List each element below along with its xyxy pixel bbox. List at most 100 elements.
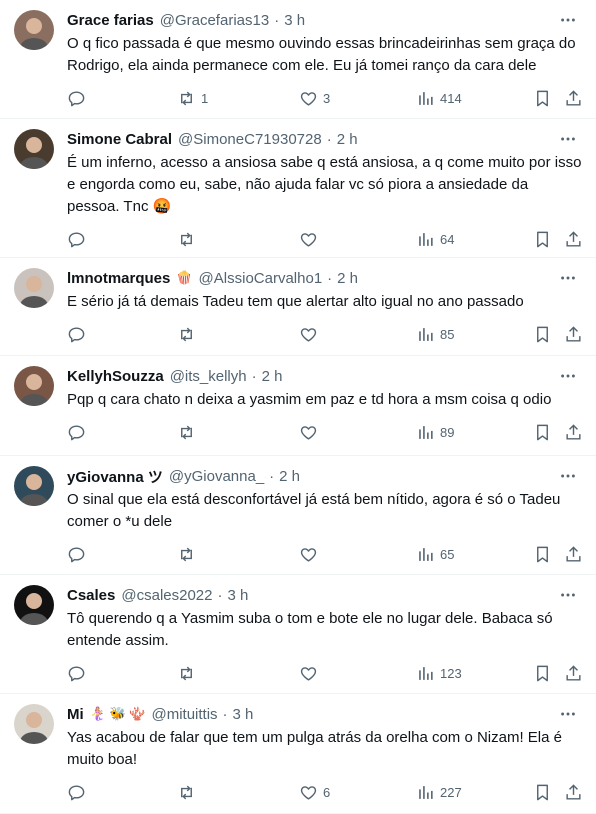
share-button[interactable] xyxy=(564,663,583,683)
like-button[interactable] xyxy=(299,324,323,344)
display-name[interactable]: Grace farias xyxy=(67,12,154,29)
like-button[interactable]: 3 xyxy=(299,88,330,108)
share-icon xyxy=(564,664,583,683)
like-button[interactable] xyxy=(299,422,323,442)
reply-button[interactable] xyxy=(67,229,91,249)
more-icon[interactable] xyxy=(558,466,578,486)
user-handle[interactable]: @csales2022 xyxy=(121,587,212,604)
reply-button[interactable] xyxy=(67,544,91,564)
more-icon[interactable] xyxy=(558,268,578,288)
bookmark-button[interactable] xyxy=(533,782,552,802)
tweet-time[interactable]: 2 h xyxy=(262,368,283,385)
avatar[interactable] xyxy=(14,366,54,406)
more-icon[interactable] xyxy=(558,704,578,724)
user-handle[interactable]: @SimoneC71930728 xyxy=(178,131,322,148)
tweet-content: Csales @csales2022 · 3 h Tô querendo q a… xyxy=(67,585,582,652)
tweet-4[interactable]: KellyhSouzza @its_kellyh · 2 h Pqp q car… xyxy=(0,356,596,456)
like-button[interactable] xyxy=(299,229,323,249)
tweet-time[interactable]: 3 h xyxy=(233,706,254,723)
display-name[interactable]: Simone Cabral xyxy=(67,131,172,148)
tweet-7[interactable]: Mi 🧜‍♀️ 🐝 🪸 @mituittis · 3 h Yas acabou … xyxy=(0,694,596,814)
share-button[interactable] xyxy=(564,544,583,564)
retweet-button[interactable] xyxy=(177,544,201,564)
avatar[interactable] xyxy=(14,466,54,506)
retweet-button[interactable] xyxy=(177,782,201,802)
user-handle[interactable]: @Gracefarias13 xyxy=(160,12,269,29)
share-button[interactable] xyxy=(564,782,583,802)
tweet-time[interactable]: 2 h xyxy=(337,131,358,148)
reply-button[interactable] xyxy=(67,422,91,442)
views-button[interactable]: 414 xyxy=(416,88,462,108)
reply-button[interactable] xyxy=(67,324,91,344)
like-button[interactable] xyxy=(299,663,323,683)
tweet-5[interactable]: yGiovanna ツ @yGiovanna_ · 2 h O sinal qu… xyxy=(0,456,596,575)
bookmark-button[interactable] xyxy=(533,229,552,249)
like-button[interactable]: 6 xyxy=(299,782,330,802)
display-name[interactable]: Csales xyxy=(67,587,115,604)
avatar[interactable] xyxy=(14,585,54,625)
share-button[interactable] xyxy=(564,88,583,108)
tweet-1[interactable]: Grace farias @Gracefarias13 · 3 h O q fi… xyxy=(0,0,596,119)
more-icon[interactable] xyxy=(558,129,578,149)
views-button[interactable]: 65 xyxy=(416,544,454,564)
view-count: 227 xyxy=(440,784,462,800)
more-icon[interactable] xyxy=(558,366,578,386)
views-button[interactable]: 227 xyxy=(416,782,462,802)
display-name[interactable]: yGiovanna ツ xyxy=(67,466,163,487)
tweet-time[interactable]: 2 h xyxy=(337,270,358,287)
bookmark-icon xyxy=(533,545,552,564)
like-icon xyxy=(299,89,318,108)
retweet-button[interactable] xyxy=(177,663,201,683)
reply-button[interactable] xyxy=(67,88,91,108)
bookmark-icon xyxy=(533,325,552,344)
retweet-button[interactable]: 1 xyxy=(177,88,208,108)
like-icon xyxy=(299,230,318,249)
avatar[interactable] xyxy=(14,268,54,308)
display-name[interactable]: KellyhSouzza xyxy=(67,368,164,385)
views-button[interactable]: 85 xyxy=(416,324,454,344)
user-handle[interactable]: @mituittis xyxy=(151,706,217,723)
retweet-button[interactable] xyxy=(177,422,201,442)
like-button[interactable] xyxy=(299,544,323,564)
views-button[interactable]: 123 xyxy=(416,663,462,683)
avatar[interactable] xyxy=(14,704,54,744)
reply-button[interactable] xyxy=(67,663,91,683)
tweet-actions: 64 xyxy=(67,229,582,249)
timeline-feed: Grace farias @Gracefarias13 · 3 h O q fi… xyxy=(0,0,596,814)
tweet-6[interactable]: Csales @csales2022 · 3 h Tô querendo q a… xyxy=(0,575,596,694)
tweet-time[interactable]: 2 h xyxy=(279,468,300,485)
bookmark-button[interactable] xyxy=(533,422,552,442)
views-button[interactable]: 64 xyxy=(416,229,454,249)
share-button[interactable] xyxy=(564,422,583,442)
avatar[interactable] xyxy=(14,10,54,50)
tweet-time[interactable]: 3 h xyxy=(284,12,305,29)
avatar-image xyxy=(14,704,54,744)
display-name[interactable]: Mi xyxy=(67,706,84,723)
views-button[interactable]: 89 xyxy=(416,422,454,442)
tweet-3[interactable]: lmnotmarques 🍿 @AlssioCarvalho1 · 2 h E … xyxy=(0,258,596,356)
user-handle[interactable]: @AlssioCarvalho1 xyxy=(199,270,323,287)
share-button[interactable] xyxy=(564,324,583,344)
reply-button[interactable] xyxy=(67,782,91,802)
tweet-time[interactable]: 3 h xyxy=(228,587,249,604)
avatar[interactable] xyxy=(14,129,54,169)
bookmark-button[interactable] xyxy=(533,88,552,108)
user-handle[interactable]: @its_kellyh xyxy=(170,368,247,385)
bookmark-button[interactable] xyxy=(533,544,552,564)
more-icon[interactable] xyxy=(558,585,578,605)
reply-icon xyxy=(67,664,86,683)
tweet-actions: 1 3 414 xyxy=(67,88,582,108)
user-handle[interactable]: @yGiovanna_ xyxy=(169,468,264,485)
more-icon[interactable] xyxy=(558,10,578,30)
share-icon xyxy=(564,230,583,249)
retweet-button[interactable] xyxy=(177,229,201,249)
tweet-2[interactable]: Simone Cabral @SimoneC71930728 · 2 h É u… xyxy=(0,119,596,258)
avatar-image xyxy=(14,10,54,50)
retweet-button[interactable] xyxy=(177,324,201,344)
bookmark-button[interactable] xyxy=(533,663,552,683)
views-icon xyxy=(416,664,435,683)
bookmark-button[interactable] xyxy=(533,324,552,344)
share-button[interactable] xyxy=(564,229,583,249)
bookmark-icon xyxy=(533,783,552,802)
display-name[interactable]: lmnotmarques xyxy=(67,270,170,287)
